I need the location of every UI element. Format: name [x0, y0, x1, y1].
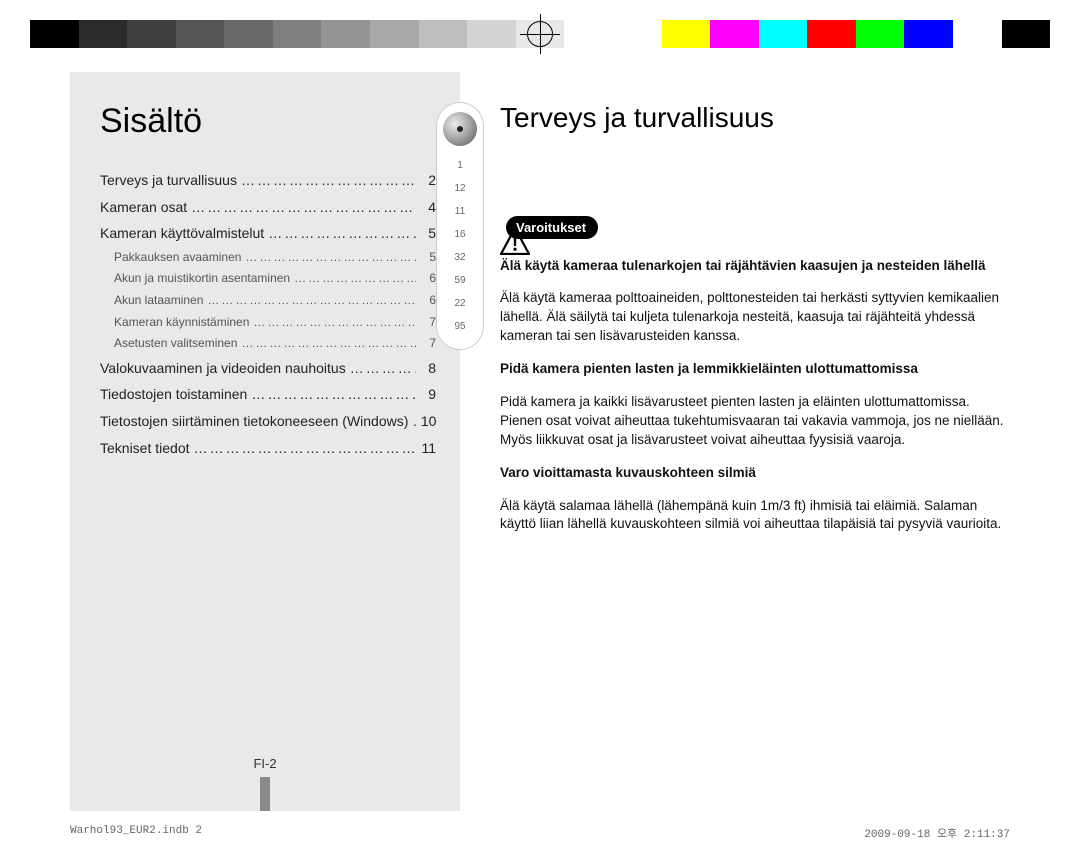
- toc-page-number: 5: [416, 220, 436, 247]
- toc-heading: Sisältö: [100, 102, 436, 141]
- color-swatch: [710, 20, 759, 48]
- thumb-index-number: 11: [440, 200, 480, 223]
- footer-file: Warhol93_EUR2.indb 2: [70, 825, 202, 841]
- toc-page-number: 11: [416, 435, 436, 462]
- warning-subhead: Varo vioittamasta kuvauskohteen silmiä: [500, 464, 1010, 483]
- color-swatch: [321, 20, 370, 48]
- thumb-index-number: 22: [440, 292, 480, 315]
- color-swatch: [662, 20, 711, 48]
- color-swatch: [807, 20, 856, 48]
- thumb-index-number: 59: [440, 269, 480, 292]
- toc-page-number: 7: [416, 333, 436, 355]
- cd-disc-icon: [443, 112, 477, 146]
- toc-row: Kameran osat…………………………………………4: [100, 194, 436, 221]
- toc-label: Kameran käyttövalmistelut: [100, 220, 264, 247]
- toc-row: Tiedostojen toistaminen…………………………………………9: [100, 381, 436, 408]
- registration-mark: [520, 14, 560, 54]
- color-swatch: [224, 20, 273, 48]
- warning-paragraph: Älä käytä kameraa polttoaineiden, poltto…: [500, 289, 1010, 346]
- toc-page-number: 6: [416, 268, 436, 290]
- thumb-index-number: 1: [440, 154, 480, 177]
- section-heading: Terveys ja turvallisuus: [500, 102, 1010, 134]
- toc-page-number: 2: [416, 167, 436, 194]
- footer-timestamp: 2009-09-18 오후 2:11:37: [864, 825, 1010, 841]
- toc-label: Pakkauksen avaaminen: [114, 247, 241, 269]
- toc-row: Terveys ja turvallisuus…………………………………………2: [100, 167, 436, 194]
- toc-page-number: 6: [416, 290, 436, 312]
- warning-badge: Varoitukset: [500, 216, 598, 239]
- toc-label: Tietostojen siirtäminen tietokoneeseen (…: [100, 408, 408, 435]
- toc-row: Akun ja muistikortin asentaminen………………………: [100, 268, 436, 290]
- toc-label: Tiedostojen toistaminen: [100, 381, 247, 408]
- toc-page-number: 4: [416, 194, 436, 221]
- toc-label: Terveys ja turvallisuus: [100, 167, 237, 194]
- toc-label: Kameran osat: [100, 194, 187, 221]
- thumb-index-tab: 112111632592295: [436, 102, 484, 350]
- color-swatch: [1002, 20, 1051, 48]
- warning-subhead: Pidä kamera pienten lasten ja lemmikkiel…: [500, 360, 1010, 379]
- print-footer: Warhol93_EUR2.indb 2 2009-09-18 오후 2:11:…: [70, 825, 1010, 841]
- toc-panel: Sisältö Terveys ja turvallisuus…………………………: [70, 72, 460, 811]
- toc-row: Pakkauksen avaaminen…………………………………………5: [100, 247, 436, 269]
- toc-list: Terveys ja turvallisuus…………………………………………2…: [100, 167, 436, 461]
- toc-label: Akun ja muistikortin asentaminen: [114, 268, 290, 290]
- toc-row: Kameran käynnistäminen…………………………………………7: [100, 312, 436, 334]
- color-swatch: [273, 20, 322, 48]
- toc-label: Akun lataaminen: [114, 290, 203, 312]
- warning-paragraph: Älä käytä salamaa lähellä (lähempänä kui…: [500, 497, 1010, 535]
- color-swatch: [30, 20, 79, 48]
- thumb-index-number: 95: [440, 315, 480, 338]
- color-swatch: [419, 20, 468, 48]
- warning-subhead: Älä käytä kameraa tulenarkojen tai räjäh…: [500, 257, 1010, 276]
- color-swatch: [953, 20, 1002, 48]
- thumb-index-number: 16: [440, 223, 480, 246]
- toc-label: Tekniset tiedot: [100, 435, 190, 462]
- warning-body: Älä käytä kameraa tulenarkojen tai räjäh…: [500, 257, 1010, 535]
- toc-page-number: 8: [416, 355, 436, 382]
- toc-page-number: 9: [416, 381, 436, 408]
- toc-page-number: 10: [416, 408, 436, 435]
- toc-row: Akun lataaminen…………………………………………6: [100, 290, 436, 312]
- toc-label: Kameran käynnistäminen: [114, 312, 249, 334]
- color-swatch: [176, 20, 225, 48]
- color-swatch: [79, 20, 128, 48]
- thumb-index-number: 12: [440, 177, 480, 200]
- toc-label: Valokuvaaminen ja videoiden nauhoitus: [100, 355, 346, 382]
- color-swatch: [904, 20, 953, 48]
- toc-page-number: 7: [416, 312, 436, 334]
- thumb-index-number: 32: [440, 246, 480, 269]
- color-swatch: [127, 20, 176, 48]
- color-swatch: [759, 20, 808, 48]
- warning-paragraph: Pidä kamera ja kaikki lisävarusteet pien…: [500, 393, 1010, 450]
- toc-row: Tekniset tiedot…………………………………………11: [100, 435, 436, 462]
- toc-row: Tietostojen siirtäminen tietokoneeseen (…: [100, 408, 436, 435]
- color-swatch: [613, 20, 662, 48]
- toc-row: Valokuvaaminen ja videoiden nauhoitus…………: [100, 355, 436, 382]
- color-swatch: [856, 20, 905, 48]
- toc-page-number: 5: [416, 247, 436, 269]
- color-swatch: [467, 20, 516, 48]
- color-swatch: [564, 20, 613, 48]
- color-swatch: [370, 20, 419, 48]
- toc-label: Asetusten valitseminen: [114, 333, 237, 355]
- content-panel: Terveys ja turvallisuus Varoitukset Älä …: [500, 72, 1010, 811]
- toc-row: Kameran käyttövalmistelut…………………………………………: [100, 220, 436, 247]
- page-number: FI-2: [253, 756, 276, 771]
- page-tab-mark: [260, 777, 270, 811]
- toc-row: Asetusten valitseminen…………………………………………7: [100, 333, 436, 355]
